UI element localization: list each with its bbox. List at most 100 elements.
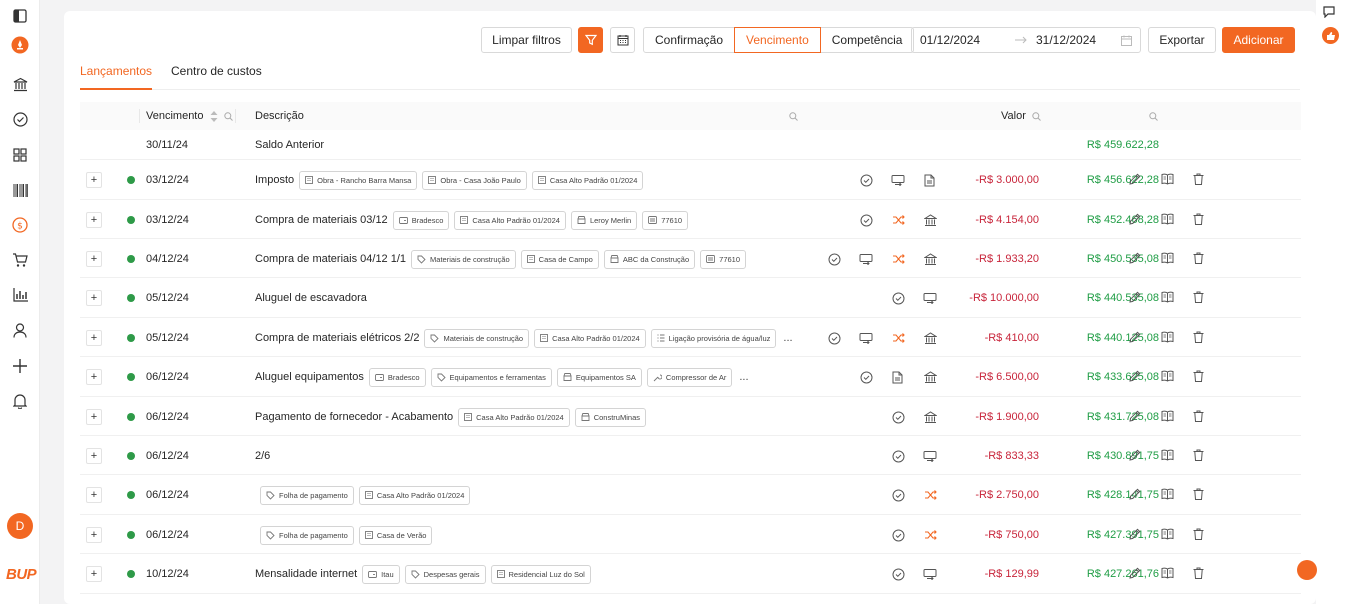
thumbs-up-icon[interactable] [1322, 27, 1339, 44]
row-tag[interactable]: Compressor de Ar [646, 367, 733, 387]
bank-icon[interactable] [923, 370, 937, 384]
check-circle-icon[interactable] [859, 370, 873, 384]
check-circle-icon[interactable] [891, 449, 905, 463]
row-tag[interactable]: Casa de Verão [358, 525, 433, 545]
more-tags[interactable]: ... [783, 332, 792, 344]
row-tag[interactable]: ConstruMinas [574, 407, 646, 427]
expand-button[interactable]: + [86, 212, 102, 228]
delete-button[interactable] [1193, 567, 1207, 581]
transfer-icon[interactable] [859, 252, 873, 266]
shuffle-icon[interactable] [891, 252, 905, 266]
row-tag[interactable]: Folha de pagamento [260, 485, 354, 505]
row-tag[interactable]: Materiais de construção [411, 249, 516, 269]
header-descricao[interactable]: Descrição [255, 102, 304, 130]
edit-button[interactable] [1129, 449, 1143, 463]
delete-button[interactable] [1193, 173, 1207, 187]
expand-button[interactable]: + [86, 527, 102, 543]
table-row[interactable]: +05/12/24 Compra de materiais elétricos 2… [80, 318, 1301, 357]
search-icon[interactable] [789, 102, 798, 130]
delete-button[interactable] [1193, 370, 1207, 384]
row-tag[interactable]: Casa Alto Padrão 01/2024 [454, 210, 566, 230]
table-row[interactable]: +04/12/24 Compra de materiais 04/12 1/1 Ma… [80, 239, 1301, 278]
add-button[interactable]: Adicionar [1222, 27, 1295, 53]
delete-button[interactable] [1193, 528, 1207, 542]
bell-icon[interactable] [11, 392, 29, 410]
bank-icon[interactable] [923, 410, 937, 424]
row-tag[interactable]: Leroy Merlin [570, 210, 638, 230]
cart-icon[interactable] [11, 251, 29, 269]
help-chat-button[interactable] [1297, 560, 1317, 580]
details-button[interactable] [1161, 410, 1175, 424]
row-tag[interactable]: Itau [362, 564, 400, 584]
details-button[interactable] [1161, 449, 1175, 463]
edit-button[interactable] [1129, 213, 1143, 227]
edit-button[interactable] [1129, 370, 1143, 384]
expand-button[interactable]: + [86, 369, 102, 385]
expand-button[interactable]: + [86, 251, 102, 267]
details-button[interactable] [1161, 291, 1175, 305]
export-button[interactable]: Exportar [1148, 27, 1216, 53]
expand-button[interactable]: + [86, 487, 102, 503]
details-button[interactable] [1161, 252, 1175, 266]
table-row[interactable]: +06/12/24 Aluguel equipamentos Bradesco Equ… [80, 357, 1301, 397]
edit-button[interactable] [1129, 567, 1143, 581]
row-tag[interactable]: Bradesco [392, 210, 450, 230]
table-row[interactable]: +03/12/24 Compra de materiais 03/12 Brades… [80, 200, 1301, 239]
bar-chart-icon[interactable] [11, 286, 29, 304]
document-icon[interactable] [923, 173, 937, 187]
edit-button[interactable] [1129, 528, 1143, 542]
row-tag[interactable]: 77610 [700, 249, 747, 269]
details-button[interactable] [1161, 528, 1175, 542]
check-circle-icon[interactable] [891, 567, 905, 581]
shuffle-icon[interactable] [891, 213, 905, 227]
row-tag[interactable]: 77610 [642, 210, 689, 230]
row-tag[interactable]: Bradesco [368, 367, 426, 387]
expand-button[interactable]: + [86, 172, 102, 188]
bank-icon[interactable] [923, 213, 937, 227]
search-icon[interactable] [224, 111, 234, 121]
row-tag[interactable]: Casa Alto Padrão 01/2024 [534, 328, 646, 348]
delete-button[interactable] [1193, 449, 1207, 463]
delete-button[interactable] [1193, 291, 1207, 305]
check-circle-icon[interactable] [11, 110, 29, 128]
check-circle-icon[interactable] [891, 291, 905, 305]
check-circle-icon[interactable] [891, 410, 905, 424]
row-tag[interactable]: Casa Alto Padrão 01/2024 [358, 485, 471, 505]
header-vencimento[interactable]: Vencimento [146, 102, 234, 130]
check-circle-icon[interactable] [859, 213, 873, 227]
bank-icon[interactable] [923, 331, 937, 345]
table-row[interactable]: +06/12/24 Pagamento de fornecedor - Acaba… [80, 397, 1301, 436]
calendar-button[interactable] [610, 27, 635, 53]
row-tag[interactable]: Ligação provisória de água/luz [650, 328, 777, 348]
expand-button[interactable]: + [86, 409, 102, 425]
row-tag[interactable]: Obra - Rancho Barra Mansa [299, 170, 418, 190]
sort-icon[interactable] [210, 110, 218, 122]
table-row[interactable]: +06/12/24 Folha de pagamento Casa Alto Pad… [80, 475, 1301, 515]
more-tags[interactable]: ... [739, 371, 748, 383]
date-range-picker[interactable]: 01/12/2024 31/12/2024 [911, 27, 1141, 53]
clear-filters-button[interactable]: Limpar filtros [481, 27, 572, 53]
edit-button[interactable] [1129, 410, 1143, 424]
barcode-icon[interactable] [11, 181, 29, 199]
delete-button[interactable] [1193, 213, 1207, 227]
row-tag[interactable]: Despesas gerais [404, 564, 486, 584]
row-tag[interactable]: ABC da Construção [603, 249, 696, 269]
row-tag[interactable]: Casa Alto Padrão 01/2024 [458, 407, 570, 427]
expand-button[interactable]: + [86, 290, 102, 306]
check-circle-icon[interactable] [891, 488, 905, 502]
search-icon[interactable] [1032, 111, 1041, 121]
expand-button[interactable]: + [86, 566, 102, 582]
row-tag[interactable]: Materiais de construção [424, 328, 530, 348]
row-tag[interactable]: Casa de Campo [520, 249, 599, 269]
brand-rocket-icon[interactable] [11, 36, 29, 54]
transfer-icon[interactable] [859, 331, 873, 345]
row-tag[interactable]: Obra - Casa João Paulo [422, 170, 527, 190]
edit-button[interactable] [1129, 331, 1143, 345]
bank-icon[interactable] [923, 252, 937, 266]
table-row[interactable]: +10/12/24 Mensalidade internet Itau Despesa… [80, 554, 1301, 594]
mode-vencimento[interactable]: Vencimento [734, 27, 821, 53]
row-tag[interactable]: Folha de pagamento [260, 525, 354, 545]
dollar-circle-icon[interactable]: $ [11, 216, 29, 234]
details-button[interactable] [1161, 173, 1175, 187]
search-icon[interactable] [1149, 102, 1158, 130]
